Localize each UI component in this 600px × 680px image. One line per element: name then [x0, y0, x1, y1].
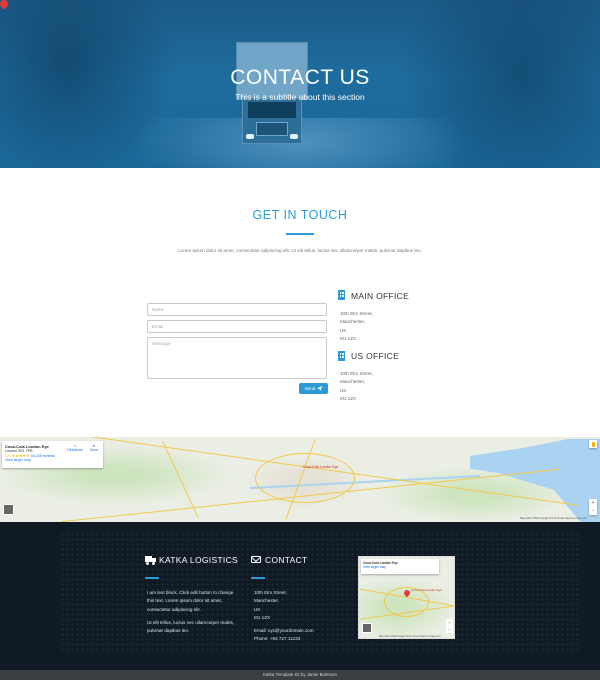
mini-map-place-card: Coca-Cola London Eye View larger map [361, 559, 439, 574]
save-button[interactable]: ★ Save [88, 444, 100, 452]
truck-icon [145, 556, 156, 565]
envelope-icon [251, 556, 261, 563]
page-subtitle: This is a subtitle about this section [235, 92, 365, 102]
email-field[interactable] [147, 320, 327, 333]
map-satellite-toggle[interactable] [3, 504, 14, 515]
send-icon [317, 385, 323, 392]
footer-brand-title: KATKA LOGISTICS [159, 555, 238, 565]
footer-email[interactable]: Email: xyz@yourdomain.com [254, 627, 344, 635]
map-pin-label: Coca-Cola London Eye [303, 465, 339, 469]
section-divider [286, 233, 314, 235]
footer-contact-title: CONTACT [265, 555, 308, 565]
footer-contact-divider [251, 577, 265, 579]
section-title: GET IN TOUCH [252, 208, 348, 222]
mini-map-pin-label: Coca-Cola London Eye [411, 588, 443, 592]
main-office-address: 10th Elm Street, Manchester, UK M1 1ZX [340, 311, 373, 342]
footer-brand-text: I am text block. Click edit button to ch… [147, 590, 235, 634]
send-button[interactable]: Send [299, 383, 328, 394]
name-field[interactable] [147, 303, 327, 316]
building-icon [338, 351, 345, 361]
directions-button[interactable]: ➚ Directions [67, 444, 83, 452]
view-larger-map-link[interactable]: View larger map [5, 458, 100, 462]
zoom-out-button[interactable]: − [589, 507, 597, 515]
footer-phone[interactable]: Phone: +94 727 11233 [254, 635, 344, 643]
section-description: Lorem ipsum dolor sit amet, consectetur … [178, 248, 422, 253]
us-office-address: 10th Elm Street, Manchester, UK M1 1ZX [340, 371, 373, 402]
mini-map-zoom-control[interactable]: + − [446, 619, 453, 633]
mini-map-attribution: Map data ©2023 Google Terms of Use Repor… [379, 635, 441, 638]
building-icon [338, 290, 345, 300]
us-office-title: US OFFICE [351, 351, 400, 361]
hero-banner: CONTACT US This is a subtitle about this… [0, 0, 600, 168]
send-button-label: Send [304, 386, 316, 391]
map-attribution: Map data ©2023 Google Terms of Use Repor… [520, 517, 587, 520]
main-office-title: MAIN OFFICE [351, 291, 410, 301]
footer-brand-divider [145, 577, 159, 579]
zoom-in-button[interactable]: + [589, 499, 597, 507]
footer-contact-details: 10th Elm Street, Manchester, UK M1 1ZX E… [254, 589, 344, 644]
map-place-card: Coca-Cola London Eye London SE1 7PB 4.5 … [2, 441, 103, 468]
page-title: CONTACT US [230, 66, 370, 89]
mini-map-larger-link[interactable]: View larger map [363, 565, 437, 569]
map-zoom-control[interactable]: + − [589, 499, 597, 515]
footer-mini-map[interactable]: Coca-Cola London Eye Coca-Cola London Ey… [358, 556, 455, 639]
message-field[interactable] [147, 337, 327, 379]
street-view-pegman-icon[interactable] [589, 440, 597, 448]
map-reviews-link[interactable]: 94,238 reviews [31, 454, 55, 458]
copyright-bar: Katka Template Kit by Jamie Burleson [0, 670, 600, 680]
mini-map-satellite-toggle[interactable] [362, 623, 372, 633]
